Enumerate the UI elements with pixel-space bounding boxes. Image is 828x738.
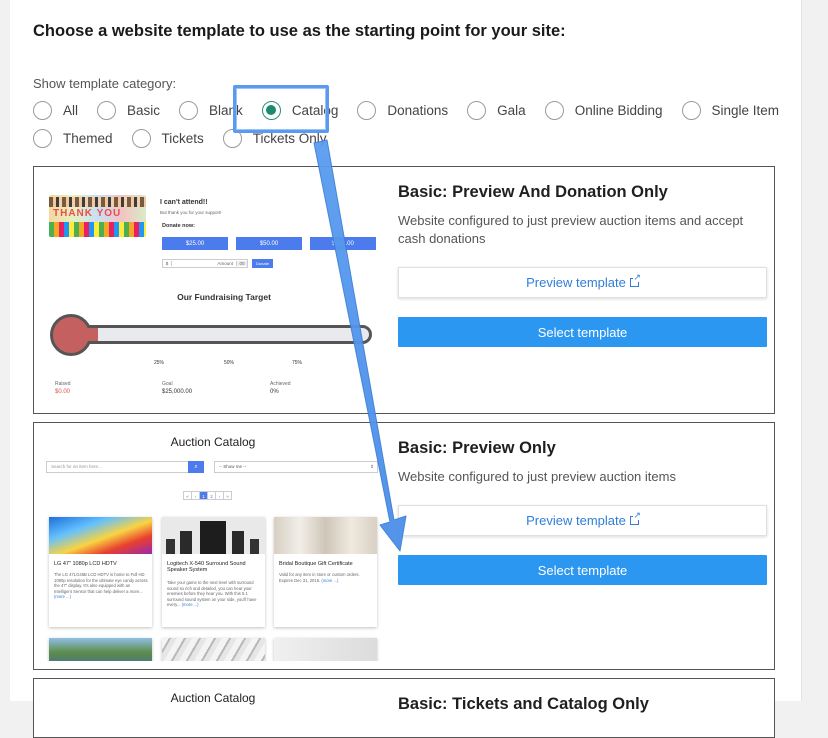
category-radio-all[interactable]: All (33, 101, 78, 120)
category-radio-gala[interactable]: Gala (467, 101, 526, 120)
page-title: Choose a website template to use as the … (33, 22, 566, 40)
thermometer-tick-75: 75% (292, 360, 303, 366)
catalog-highlight-box (233, 85, 329, 133)
radio-unchecked-icon[interactable] (131, 129, 151, 148)
template-title: Basic: Preview Only (398, 439, 556, 457)
thermometer-tick-25: 25% (154, 360, 165, 366)
catalog-item-image-golf (162, 638, 265, 661)
catalog-item-card: Bridal Boutique Gift Certificate Valid f… (274, 517, 377, 627)
select-template-button[interactable]: Select template (398, 317, 767, 347)
template-card-tickets-catalog: Auction Catalog Basic: Tickets and Catal… (33, 678, 775, 738)
template-card-preview-donation: THANK YOU I can't attend!! But thank you… (33, 166, 775, 414)
catalog-search-button: ⌕ (188, 461, 204, 473)
category-radio-tickets[interactable]: Tickets (131, 129, 204, 148)
radio-unchecked-icon[interactable] (97, 101, 117, 120)
radio-unchecked-icon[interactable] (33, 101, 52, 120)
stat-achieved-label: Achieved (270, 381, 291, 387)
stat-raised-value: $0.00 (55, 389, 71, 395)
category-filter-label: Show template category: (33, 76, 177, 91)
preview-template-button[interactable]: Preview template (398, 267, 767, 298)
cant-attend-heading: I can't attend!! (160, 199, 208, 206)
category-radio-label: All (63, 103, 79, 118)
donate-amount-1: $25.00 (162, 237, 228, 250)
category-radio-label: Themed (63, 131, 113, 146)
template-title: Basic: Preview And Donation Only (398, 183, 668, 201)
category-radio-single-item[interactable]: Single Item (681, 101, 780, 120)
external-link-icon (629, 511, 641, 525)
category-radio-themed[interactable]: Themed (33, 129, 113, 148)
stat-goal-value: $25,000.00 (162, 389, 193, 395)
thermometer-tick-50: 50% (224, 360, 235, 366)
template-card-preview-only: Auction Catalog Search for an item here.… (33, 422, 775, 670)
donate-amount-3: $100.00 (310, 237, 376, 250)
radio-unchecked-icon[interactable] (544, 101, 564, 120)
catalog-item-card: Logitech X-540 Surround Sound Speaker Sy… (162, 517, 265, 627)
category-radio-label: Single Item (711, 103, 780, 118)
template-title: Basic: Tickets and Catalog Only (398, 695, 649, 713)
donate-submit-button: Donate (252, 259, 273, 268)
catalog-title: Auction Catalog (170, 435, 256, 449)
category-radio-donations[interactable]: Donations (357, 101, 448, 120)
fundraising-thermometer (50, 314, 372, 356)
catalog-title: Auction Catalog (170, 691, 256, 705)
category-radio-label: Tickets (161, 131, 204, 146)
catalog-search-input: Search for an item here... (46, 461, 198, 473)
thanks-text: But thank you for your support! (160, 210, 222, 215)
catalog-item-card: LG 47" 1080p LCD HDTV The LG 47LG45B LCD… (49, 517, 152, 627)
catalog-filter-select: -- Show me -- ⇕ (214, 461, 378, 473)
pagination-item: » (223, 491, 232, 500)
category-radio-label: Basic (127, 103, 161, 118)
fundraising-target-title: Our Fundraising Target (177, 292, 271, 302)
catalog-item-image-lake (49, 638, 152, 661)
donate-now-label: Donate now: (162, 223, 195, 229)
stat-achieved-value: 0% (270, 389, 279, 395)
radio-unchecked-icon[interactable] (681, 101, 701, 120)
category-radio-label: Tickets Only (252, 131, 327, 146)
category-radio-basic[interactable]: Basic (97, 101, 160, 120)
template-description: Website configured to just preview aucti… (398, 469, 676, 484)
catalog-pagination: «‹ 1 2 ›» (183, 491, 232, 500)
category-radio-online-bidding[interactable]: Online Bidding (544, 101, 663, 120)
stat-goal-label: Goal (162, 381, 173, 387)
category-radio-label: Donations (387, 103, 449, 118)
template-description: Website configured to just preview aucti… (398, 213, 744, 246)
radio-unchecked-icon[interactable] (357, 101, 377, 120)
external-link-icon (629, 273, 641, 287)
category-radio-label: Online Bidding (574, 103, 663, 118)
preview-template-button[interactable]: Preview template (398, 505, 767, 536)
radio-unchecked-icon[interactable] (467, 101, 487, 120)
thank-you-banner: THANK YOU (49, 195, 146, 237)
catalog-item-image-appliance (274, 638, 377, 661)
template-thumbnail-catalog: Auction Catalog Search for an item here.… (46, 433, 392, 661)
radio-unchecked-icon[interactable] (33, 129, 52, 148)
select-template-button[interactable]: Select template (398, 555, 767, 585)
radio-unchecked-icon[interactable] (179, 101, 199, 120)
category-radio-row-1: All Basic Blank Catalog Donations Gala Online … (33, 101, 798, 120)
donate-amount-input: $ Amount 00 (162, 259, 248, 268)
stat-raised-label: Raised (55, 381, 71, 387)
category-radio-label: Gala (497, 103, 526, 118)
template-thumbnail-donation: THANK YOU I can't attend!! But thank you… (46, 177, 392, 405)
donate-amount-2: $50.00 (236, 237, 302, 250)
